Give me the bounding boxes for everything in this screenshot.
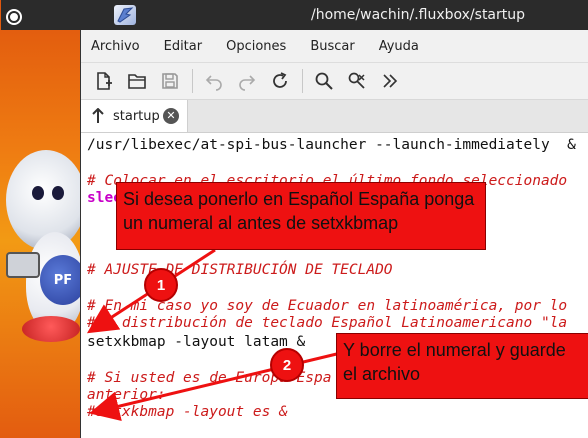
open-folder-icon (128, 74, 146, 89)
editor-line[interactable]: #la distribución de teclado Español Lati… (87, 315, 567, 332)
new-file-icon (97, 72, 112, 90)
toolbar-separator (302, 69, 303, 93)
search-icon (315, 72, 333, 90)
arrow-up-icon (92, 108, 104, 123)
step-badge-1: 1 (144, 268, 178, 302)
tab-label: startup (113, 108, 160, 124)
title-bar[interactable]: /home/wachin/.fluxbox/startup (1, 0, 588, 30)
redo-icon (239, 75, 256, 91)
camera-icon (6, 252, 40, 278)
mascot-badge: PF (40, 255, 82, 305)
editor-line[interactable]: /usr/libexec/at-spi-bus-launcher --launc… (87, 137, 576, 154)
callout-box-1: Si desea ponerlo en Español España ponga… (116, 182, 486, 250)
window-title: /home/wachin/.fluxbox/startup (311, 7, 526, 23)
find-replace-button[interactable] (342, 67, 372, 95)
tab-bar: startup ✕ (81, 100, 588, 133)
more-icon (383, 74, 398, 88)
app-icon (114, 5, 136, 25)
close-icon[interactable]: ✕ (163, 108, 179, 124)
toolbar (81, 63, 588, 100)
callout-box-2: Y borre el numeral y guarde el archivo (336, 333, 588, 399)
mascot-eye (32, 186, 44, 200)
save-icon (162, 73, 178, 89)
menu-bar: Archivo Editar Opciones Buscar Ayuda (81, 30, 588, 63)
redo-button[interactable] (232, 67, 262, 95)
menu-archivo[interactable]: Archivo (91, 39, 140, 54)
reload-icon (273, 72, 287, 88)
toolbar-separator (192, 69, 193, 93)
window-menu-icon[interactable] (8, 11, 20, 23)
menu-buscar[interactable]: Buscar (310, 39, 354, 54)
tab-startup[interactable]: startup ✕ (81, 100, 188, 132)
mascot-eye (52, 186, 64, 200)
menu-editar[interactable]: Editar (164, 39, 203, 54)
open-file-button[interactable] (122, 67, 152, 95)
new-file-button[interactable] (89, 67, 119, 95)
mascot-feet (22, 316, 80, 342)
step-badge-2: 2 (270, 348, 304, 382)
find-replace-icon (348, 72, 365, 89)
undo-icon (205, 75, 222, 91)
editor-line[interactable]: setxkbmap -layout latam & (87, 334, 305, 351)
search-button[interactable] (309, 67, 339, 95)
menu-opciones[interactable]: Opciones (226, 39, 286, 54)
undo-button[interactable] (199, 67, 229, 95)
desktop-wallpaper: PF (0, 0, 82, 438)
editor-line[interactable]: #setxkbmap -layout es & (87, 404, 288, 421)
editor-line[interactable]: anterior: (87, 387, 166, 404)
more-button[interactable] (375, 67, 405, 95)
reload-button[interactable] (265, 67, 295, 95)
editor-line[interactable]: # AJUSTE DE DISTRIBUCIÓN DE TECLADO (87, 262, 393, 279)
save-button[interactable] (155, 67, 185, 95)
menu-ayuda[interactable]: Ayuda (379, 39, 419, 54)
